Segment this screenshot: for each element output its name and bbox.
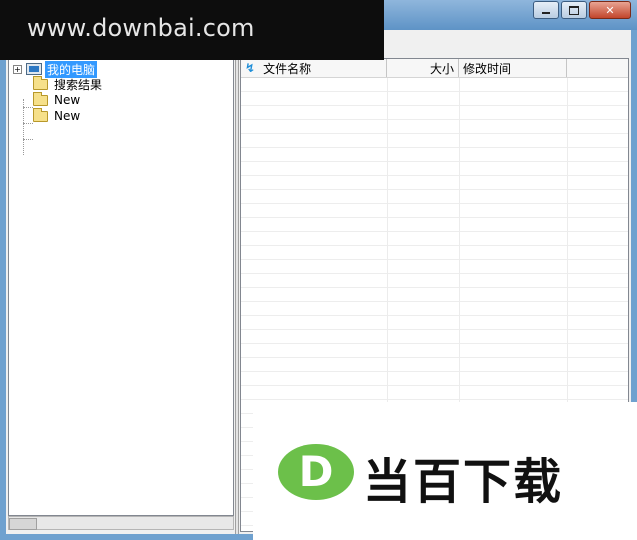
- expand-icon[interactable]: +: [13, 64, 22, 74]
- tree-connector: [23, 139, 33, 140]
- column-label: 修改时间: [463, 61, 512, 76]
- column-header-name[interactable]: ↯ 文件名称: [241, 59, 387, 77]
- list-header: ↯ 文件名称 大小 修改时间: [241, 59, 628, 78]
- watermark-url: www.downbai.com: [27, 14, 255, 42]
- folder-tree[interactable]: + 我的电脑 搜索结果 New New: [8, 58, 234, 516]
- maximize-icon: [569, 5, 579, 15]
- close-button[interactable]: ✕: [589, 1, 631, 19]
- watermark-logo: D 当百下载: [253, 402, 637, 540]
- tree-item-label: 搜索结果: [54, 77, 103, 92]
- column-header-modified[interactable]: 修改时间: [459, 59, 567, 77]
- tree-item-new-2[interactable]: New: [33, 107, 81, 124]
- column-label: 大小: [429, 61, 454, 76]
- folder-icon: [33, 75, 48, 90]
- tree-item-label: New: [54, 93, 81, 107]
- pane-splitter[interactable]: [235, 58, 239, 534]
- minimize-button[interactable]: [533, 1, 559, 19]
- close-icon: ✕: [605, 3, 615, 17]
- column-label: 文件名称: [263, 61, 312, 76]
- tree-horizontal-scrollbar[interactable]: [8, 516, 234, 530]
- column-header-size[interactable]: 大小: [387, 59, 459, 77]
- logo-letter: D: [298, 447, 334, 496]
- minimize-icon: [542, 11, 550, 14]
- tree-connector: [23, 107, 33, 108]
- scrollbar-thumb[interactable]: [9, 518, 37, 530]
- tree-item-search-results[interactable]: 搜索结果: [33, 75, 103, 92]
- computer-icon: [26, 63, 42, 75]
- tree-item-new-1[interactable]: New: [33, 91, 81, 108]
- folder-icon: [33, 107, 48, 122]
- sort-icon: ↯: [245, 61, 256, 75]
- logo-brand-text: 当百下载: [363, 454, 564, 510]
- window-controls: ✕: [531, 1, 631, 19]
- watermark-banner: www.downbai.com: [0, 0, 384, 60]
- maximize-button[interactable]: [561, 1, 587, 19]
- tree-connector: [23, 123, 33, 124]
- tree-item-label: New: [54, 109, 81, 123]
- column-header-filler: [567, 59, 628, 77]
- folder-icon: [33, 91, 48, 106]
